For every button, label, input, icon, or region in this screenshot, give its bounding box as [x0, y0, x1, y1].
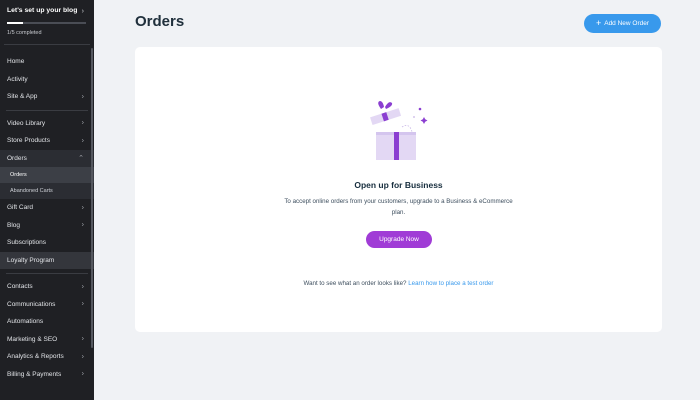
sidebar-item-subscriptions[interactable]: Subscriptions [0, 234, 94, 252]
plus-icon: + [595, 17, 602, 28]
sidebar-separator [6, 109, 88, 111]
sidebar-item-blog[interactable]: Blog › [0, 217, 94, 235]
chevron-right-icon: › [81, 335, 84, 343]
sidebar-group-business-top: Video Library › Store Products › [0, 115, 94, 150]
test-order-text: Want to see what an order looks like? [303, 280, 407, 287]
add-new-order-label: Add New Order [604, 20, 650, 27]
empty-state-title: Open up for Business [354, 180, 443, 190]
setup-progress-text: 1/5 completed [7, 30, 42, 36]
sidebar-item-store-products[interactable]: Store Products › [0, 132, 94, 150]
empty-state-card: Open up for Business To accept online or… [135, 47, 662, 332]
sidebar-item-label: Loyalty Program [7, 256, 55, 264]
chevron-right-icon: › [81, 204, 84, 212]
chevron-right-icon: › [81, 221, 84, 229]
sidebar-item-site-and-app[interactable]: Site & App › [0, 88, 94, 106]
chevron-right-icon: › [81, 353, 84, 361]
sidebar-item-label: Blog [7, 221, 21, 229]
sidebar-group-customers: Contacts › Communications › Automations Marke… [0, 278, 94, 383]
page-title: Orders [135, 13, 185, 30]
sidebar-item-label: Communications [7, 300, 56, 308]
sidebar-item-label: Analytics & Reports [7, 353, 64, 361]
sidebar-item-activity[interactable]: Activity [0, 71, 94, 89]
test-order-link[interactable]: Learn how to place a test order [408, 280, 493, 287]
chevron-right-icon: › [81, 137, 84, 145]
sidebar-item-video-library[interactable]: Video Library › [0, 115, 94, 133]
sidebar-item-label: Store Products [7, 137, 50, 145]
sidebar-item-marketing-and-seo[interactable]: Marketing & SEO › [0, 331, 94, 349]
add-new-order-button[interactable]: + Add New Order [584, 14, 661, 33]
sidebar: Let's set up your blog › 1/5 completed H… [0, 0, 94, 400]
sidebar-item-billing-and-payments[interactable]: Billing & Payments › [0, 366, 94, 384]
sidebar-item-label: Automations [7, 318, 44, 326]
setup-progress-bar [7, 22, 86, 24]
chevron-right-icon: › [81, 93, 84, 101]
chevron-right-icon: › [81, 300, 84, 308]
sidebar-subitem-orders[interactable]: Orders [0, 167, 94, 183]
sidebar-item-communications[interactable]: Communications › [0, 296, 94, 314]
sidebar-item-label: Site & App [7, 93, 38, 101]
sidebar-item-label: Contacts [7, 283, 33, 291]
sidebar-item-orders[interactable]: Orders ⌃ [0, 149, 94, 167]
gift-box-icon [370, 101, 428, 160]
sidebar-item-label: Orders [7, 154, 27, 162]
setup-progress-panel[interactable]: Let's set up your blog › 1/5 completed [0, 0, 94, 44]
sidebar-item-contacts[interactable]: Contacts › [0, 278, 94, 296]
sidebar-item-analytics-and-reports[interactable]: Analytics & Reports › [0, 348, 94, 366]
empty-state-description: To accept online orders from your custom… [284, 198, 513, 216]
chevron-right-icon: › [81, 370, 84, 378]
upgrade-now-button[interactable]: Upgrade Now [366, 231, 432, 248]
chevron-right-icon: › [81, 8, 84, 15]
sidebar-item-label: Activity [7, 75, 28, 83]
sidebar-separator [6, 273, 88, 274]
sidebar-item-label: Home [7, 58, 25, 66]
sidebar-item-label: Video Library [7, 119, 46, 127]
main-content: Orders + Add New Order Open up for Busin… [94, 0, 700, 400]
setup-progress-fill [7, 22, 23, 24]
sidebar-item-label: Gift Card [7, 204, 34, 212]
sidebar-item-gift-card[interactable]: Gift Card › [0, 199, 94, 217]
sidebar-scrollbar[interactable] [91, 48, 93, 348]
sidebar-item-automations[interactable]: Automations [0, 313, 94, 331]
sidebar-item-home[interactable]: Home [0, 53, 94, 71]
sidebar-subitem-abandoned-carts[interactable]: Abandoned Carts [0, 183, 94, 199]
test-order-prompt: Want to see what an order looks like? Le… [135, 280, 662, 287]
chevron-right-icon: › [81, 119, 84, 127]
chevron-right-icon: › [81, 283, 84, 291]
sidebar-group-main: Home Activity Site & App › [0, 53, 94, 106]
sidebar-item-label: Subscriptions [7, 239, 47, 247]
sidebar-orders-submenu: Orders Abandoned Carts [0, 167, 94, 199]
sidebar-group-business-bottom: Gift Card › Blog › Subscriptions Loyalty Prog… [0, 199, 94, 269]
chevron-up-icon: ⌃ [78, 155, 84, 163]
sidebar-item-label: Billing & Payments [7, 370, 62, 378]
sidebar-item-loyalty-program[interactable]: Loyalty Program [0, 251, 94, 269]
sidebar-item-label: Marketing & SEO [7, 335, 58, 343]
